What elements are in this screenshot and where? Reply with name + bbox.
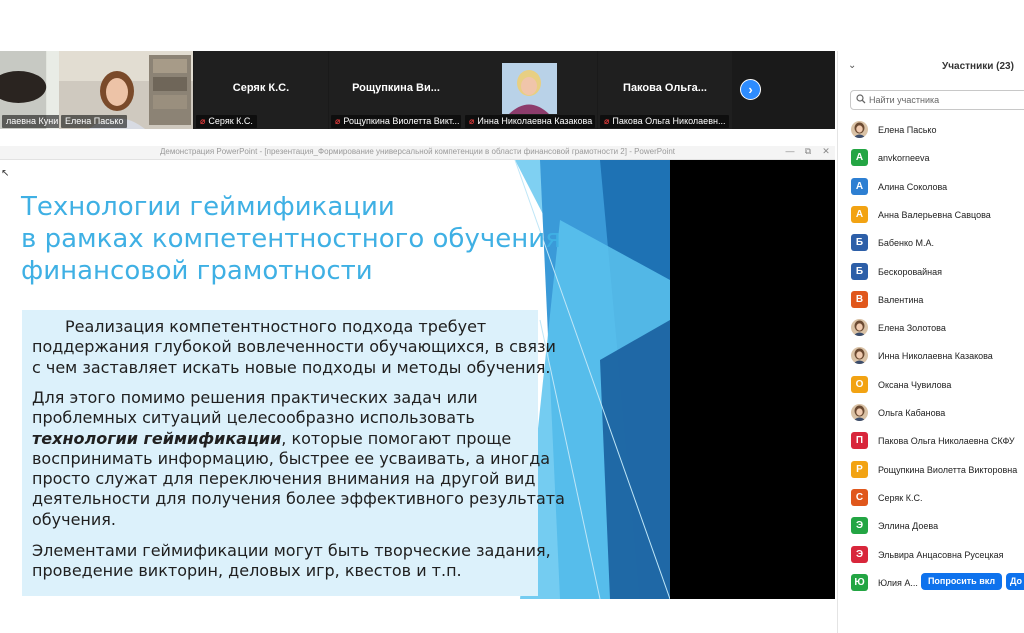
participant-name: Эльвира Анцасовна Русецкая	[878, 549, 1004, 560]
participant-row[interactable]: А Анна Валерьевна Савцова	[838, 201, 1024, 229]
close-button[interactable]: ✕	[820, 146, 832, 157]
participant-name: Эллина Доева	[878, 521, 939, 532]
participant-name: Бабенко М.А.	[878, 238, 934, 249]
restore-button[interactable]: ⧉	[802, 146, 814, 157]
participant-name: Оксана Чувилова	[878, 379, 952, 390]
mic-muted-icon: ⌀	[335, 116, 341, 126]
participant-name: Алина Соколова	[878, 181, 948, 192]
avatar: А	[851, 177, 868, 195]
minimize-button[interactable]: —	[784, 146, 796, 156]
powerpoint-window-title: Демонстрация PowerPoint - [презентация_Ф…	[159, 147, 675, 156]
participant-row[interactable]: Инна Николаевна Казакова	[838, 342, 1024, 370]
participant-row[interactable]: Ю Юлия А... Попросить вкл До	[838, 569, 1024, 597]
next-page-button[interactable]: ›	[740, 79, 761, 100]
slide-paragraph-3: Элементами геймификации могут быть творч…	[32, 541, 551, 581]
avatar: П	[851, 432, 868, 450]
avatar: А	[851, 205, 868, 223]
mouse-cursor-icon: ↖	[1, 168, 10, 179]
participant-name: Бескоровайная	[878, 266, 943, 277]
slide-paragraph-1: Реализация компетентностного подхода тре…	[32, 317, 556, 377]
participant-name: Рощупкина Виолетта Викторовна	[878, 464, 1018, 475]
participant-row[interactable]: Б Бескоровайная	[838, 258, 1024, 286]
participant-name: Юлия А...	[878, 577, 918, 588]
avatar: О	[851, 375, 868, 393]
participant-search[interactable]	[850, 90, 1024, 110]
video-strip: лаевна Куни... Елена Пасько Серяк К.С. ⌀…	[0, 51, 835, 129]
participant-row[interactable]: Елена Золотова	[838, 314, 1024, 342]
participant-name: Елена Золотова	[878, 323, 946, 334]
participant-row[interactable]: О Оксана Чувилова	[838, 371, 1024, 399]
chevron-down-icon[interactable]: ⌄	[848, 60, 856, 71]
participants-title: Участники (23)	[942, 61, 1014, 72]
avatar	[851, 121, 868, 138]
participant-row[interactable]: П Пакова Ольга Николаевна СКФУ	[838, 427, 1024, 455]
participant-row[interactable]: Aanvkorneeva	[838, 144, 1024, 172]
participant-row[interactable]: Р Рощупкина Виолетта Викторовна	[838, 456, 1024, 484]
participant-name: Валентина	[878, 294, 924, 305]
avatar	[851, 319, 868, 337]
participant-name-label: ⌀ Пакова Ольга Николаевн...	[600, 115, 730, 128]
participant-row[interactable]: Э Эльвира Анцасовна Русецкая	[838, 541, 1024, 569]
participant-row[interactable]: В Валентина	[838, 286, 1024, 314]
video-tile[interactable]: Пакова Ольга... ⌀ Пакова Ольга Николаевн.…	[598, 51, 732, 129]
participant-display-name: Серяк К.С.	[232, 82, 290, 94]
participant-name: Пакова Ольга Николаевна СКФУ	[878, 436, 1015, 447]
avatar: С	[851, 488, 868, 506]
participant-name: anvkorneeva	[878, 153, 930, 164]
avatar: В	[851, 290, 868, 308]
participant-row[interactable]: Б Бабенко М.А.	[838, 229, 1024, 257]
avatar: Р	[851, 460, 868, 478]
slide-title: Технологии геймификации в рамках компете…	[21, 192, 561, 286]
participant-name-label: ⌀ Рощупкина Виолетта Викт...	[331, 115, 461, 128]
slide-emphasis: технологии геймификации	[32, 428, 282, 448]
participant-name: Елена Пасько	[878, 125, 937, 135]
participant-name: Инна Николаевна Казакова	[878, 351, 993, 362]
participant-name-label: ⌀ Инна Николаевна Казакова	[465, 115, 595, 128]
avatar: Б	[851, 262, 868, 280]
video-tile[interactable]: ⌀ Инна Николаевна Казакова	[463, 51, 597, 129]
shared-screen: ↖ Технологии геймификации в рамках компе…	[0, 160, 835, 599]
participant-row[interactable]: Елена Пасько	[838, 116, 1024, 144]
ask-to-unmute-button[interactable]: Попросить вкл	[921, 572, 1002, 590]
avatar: Э	[851, 545, 868, 563]
avatar	[851, 404, 868, 421]
more-button[interactable]: До	[1006, 572, 1024, 590]
participant-name: Серяк К.С.	[878, 492, 923, 503]
participant-row[interactable]: Э Эллина Доева	[838, 512, 1024, 540]
avatar: A	[851, 149, 868, 167]
participant-display-name: Пакова Ольга...	[623, 82, 707, 94]
zoom-meeting-window: лаевна Куни... Елена Пасько Серяк К.С. ⌀…	[0, 0, 1024, 633]
participant-row[interactable]: С Серяк К.С.	[838, 484, 1024, 512]
participant-row[interactable]: Ольга Кабанова	[838, 399, 1024, 427]
avatar: Б	[851, 234, 868, 252]
mic-muted-icon: ⌀	[469, 116, 475, 126]
avatar: Э	[851, 517, 868, 535]
slide-paragraph-2: Для этого помимо решения практических за…	[32, 388, 565, 529]
participant-name-label: ⌀ Серяк К.С.	[196, 115, 257, 128]
avatar	[851, 347, 868, 365]
avatar: Ю	[851, 573, 868, 591]
participant-name: Ольга Кабанова	[878, 408, 946, 418]
search-icon	[856, 94, 866, 104]
video-tile[interactable]: Серяк К.С. ⌀ Серяк К.С.	[194, 51, 328, 129]
participants-panel-header: ⌄ Участники (23)	[838, 51, 1024, 81]
participant-row[interactable]: А Алина Соколова	[838, 173, 1024, 201]
video-tile[interactable]: Рощупкина Ви... ⌀ Рощупкина Виолетта Викт…	[329, 51, 463, 129]
participant-name: Анна Валерьевна Савцова	[878, 209, 991, 220]
mic-muted-icon: ⌀	[604, 116, 610, 126]
participants-panel: ⌄ Участники (23) Елена Пасько Aanvkorneev…	[837, 51, 1024, 633]
powerpoint-window-titlebar: Демонстрация PowerPoint - [презентация_Ф…	[0, 146, 835, 160]
participant-display-name: Рощупкина Ви...	[352, 82, 440, 94]
presentation-slide: ↖ Технологии геймификации в рамках компе…	[0, 160, 670, 599]
video-tile-active-speaker[interactable]: Елена Пасько	[59, 51, 193, 129]
search-input[interactable]	[869, 93, 1019, 107]
participant-name-label: Елена Пасько	[61, 115, 128, 128]
chevron-right-icon: ›	[748, 82, 753, 97]
mic-muted-icon: ⌀	[200, 116, 206, 126]
